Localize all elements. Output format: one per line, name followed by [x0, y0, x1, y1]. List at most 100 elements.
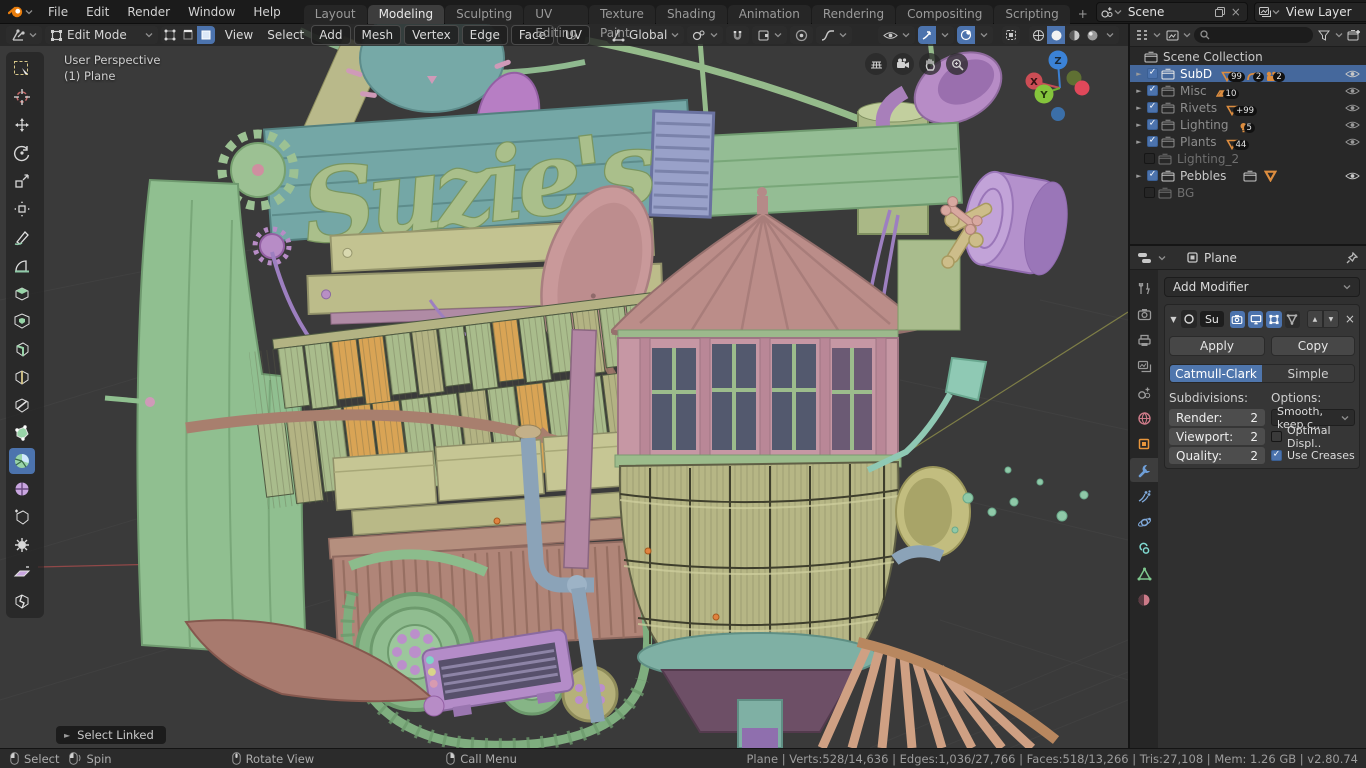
overlays-dropdown[interactable]	[975, 26, 993, 44]
outliner-display-mode-button[interactable]	[1164, 27, 1180, 43]
modifier-render-toggle[interactable]	[1229, 310, 1245, 328]
tab-world[interactable]	[1130, 406, 1158, 430]
menu-edge[interactable]: Edge	[461, 25, 508, 45]
snap-toggle[interactable]	[726, 26, 750, 44]
tab-tool[interactable]	[1130, 276, 1158, 300]
properties-editor-type-button[interactable]	[1136, 250, 1152, 266]
new-collection-button[interactable]	[1346, 27, 1362, 43]
pivot-point-selector[interactable]	[687, 26, 724, 44]
tool-shear[interactable]	[9, 560, 35, 586]
menu-select[interactable]: Select	[260, 26, 311, 44]
outliner-search-input[interactable]	[1194, 27, 1313, 43]
render-subdivisions-field[interactable]: Render: 2	[1169, 409, 1265, 426]
hide-eye-icon[interactable]	[1345, 137, 1360, 147]
tab-modifiers[interactable]	[1130, 458, 1158, 482]
row-checkbox[interactable]	[1144, 153, 1155, 164]
use-creases-checkbox[interactable]: ✓ Use Creases	[1271, 447, 1355, 464]
tool-cursor[interactable]	[9, 84, 35, 110]
menu-view[interactable]: View	[218, 26, 260, 44]
hide-eye-icon[interactable]	[1345, 103, 1360, 113]
tool-scale[interactable]	[9, 168, 35, 194]
tab-compositing[interactable]: Compositing	[896, 4, 994, 24]
hide-eye-icon[interactable]	[1345, 171, 1360, 181]
tab-texture-paint[interactable]: Texture Paint	[589, 4, 655, 40]
shading-material-button[interactable]	[1065, 26, 1083, 44]
outliner-row-misc[interactable]: ► ✓ Misc 10	[1130, 82, 1366, 99]
operator-panel[interactable]: ► Select Linked	[56, 726, 166, 744]
menu-file[interactable]: File	[39, 5, 77, 19]
pan-view-button[interactable]	[919, 53, 941, 75]
row-checkbox[interactable]: ✓	[1147, 136, 1158, 147]
add-workspace-button[interactable]: +	[1071, 5, 1095, 24]
modifier-move-up-button[interactable]: ▲	[1306, 310, 1323, 328]
menu-help[interactable]: Help	[244, 5, 289, 19]
editor-type-button[interactable]	[6, 26, 42, 44]
row-checkbox[interactable]	[1144, 187, 1155, 198]
xray-toggle[interactable]	[1002, 26, 1020, 44]
tab-shading[interactable]: Shading	[655, 4, 727, 24]
tab-scripting[interactable]: Scripting	[994, 4, 1070, 24]
tool-select-box[interactable]	[9, 56, 35, 82]
tab-output[interactable]	[1130, 328, 1158, 352]
tab-rendering[interactable]: Rendering	[811, 4, 896, 24]
tool-poly-build[interactable]	[9, 420, 35, 446]
outliner-row-rivets[interactable]: ► ✓ Rivets +99	[1130, 99, 1366, 116]
outliner-row-lighting-2[interactable]: Lighting_2	[1130, 150, 1366, 167]
tool-extrude-region[interactable]	[9, 280, 35, 306]
tab-particles[interactable]	[1130, 484, 1158, 508]
overlays-toggle[interactable]	[957, 26, 975, 44]
unlink-scene-button[interactable]: ×	[1228, 4, 1244, 20]
tool-annotate[interactable]	[9, 224, 35, 250]
menu-window[interactable]: Window	[179, 5, 244, 19]
outliner-row-subd[interactable]: ► ✓ SubD 99 2 2	[1130, 65, 1366, 82]
tab-animation[interactable]: Animation	[727, 4, 811, 24]
scene-selector[interactable]: Scene ×	[1095, 1, 1248, 22]
tab-sculpting[interactable]: Sculpting	[445, 4, 524, 24]
outliner-editor-type-button[interactable]	[1134, 27, 1150, 43]
edge-select-button[interactable]	[179, 26, 197, 44]
tool-transform[interactable]	[9, 196, 35, 222]
hide-eye-icon[interactable]	[1345, 86, 1360, 96]
tool-bevel[interactable]	[9, 336, 35, 362]
tab-constraints[interactable]	[1130, 536, 1158, 560]
menu-mesh[interactable]: Mesh	[353, 25, 402, 45]
tab-view-layer[interactable]	[1130, 354, 1158, 378]
shading-rendered-button[interactable]	[1083, 26, 1101, 44]
viewport-canvas[interactable]: Suzie's	[0, 24, 1128, 748]
tool-inset-faces[interactable]	[9, 308, 35, 334]
tool-edge-slide[interactable]	[9, 504, 35, 530]
modifier-realtime-toggle[interactable]	[1247, 310, 1264, 328]
proportional-falloff-dropdown[interactable]	[816, 26, 853, 44]
snap-settings-dropdown[interactable]	[752, 26, 788, 44]
modifier-move-down-button[interactable]: ▼	[1322, 310, 1339, 328]
proportional-editing-toggle[interactable]	[790, 26, 814, 44]
menu-render[interactable]: Render	[118, 5, 179, 19]
tab-modeling[interactable]: Modeling	[367, 4, 445, 24]
vertex-select-button[interactable]	[161, 26, 179, 44]
apply-button[interactable]: Apply	[1169, 336, 1265, 356]
menu-add[interactable]: Add	[311, 25, 351, 45]
tab-object-data[interactable]	[1130, 562, 1158, 586]
new-scene-button[interactable]	[1212, 4, 1228, 20]
zoom-view-button[interactable]	[946, 53, 968, 75]
navigation-gizmo[interactable]: Z X Y	[1012, 46, 1098, 122]
outliner-row-scene-collection[interactable]: Scene Collection	[1130, 48, 1366, 65]
tool-move[interactable]	[9, 112, 35, 138]
shading-solid-button[interactable]	[1047, 26, 1065, 44]
toggle-perspective-button[interactable]	[865, 53, 887, 75]
tool-knife[interactable]	[9, 392, 35, 418]
tool-smooth[interactable]	[9, 476, 35, 502]
blender-logo-icon[interactable]	[8, 4, 33, 19]
hide-eye-icon[interactable]	[1345, 69, 1360, 79]
row-checkbox[interactable]: ✓	[1147, 68, 1158, 79]
simple-button[interactable]: Simple	[1262, 365, 1354, 382]
modifier-name-field[interactable]: Su	[1200, 311, 1224, 327]
shading-wireframe-button[interactable]	[1029, 26, 1047, 44]
modifier-expand-icon[interactable]: ▼	[1169, 315, 1178, 324]
menu-vertex[interactable]: Vertex	[404, 25, 459, 45]
add-modifier-dropdown[interactable]: Add Modifier	[1164, 277, 1360, 297]
copy-button[interactable]: Copy	[1271, 336, 1355, 356]
catmull-clark-button[interactable]: Catmull-Clark	[1170, 365, 1262, 382]
outliner-filter-button[interactable]	[1316, 27, 1332, 43]
tool-loop-cut[interactable]	[9, 364, 35, 390]
